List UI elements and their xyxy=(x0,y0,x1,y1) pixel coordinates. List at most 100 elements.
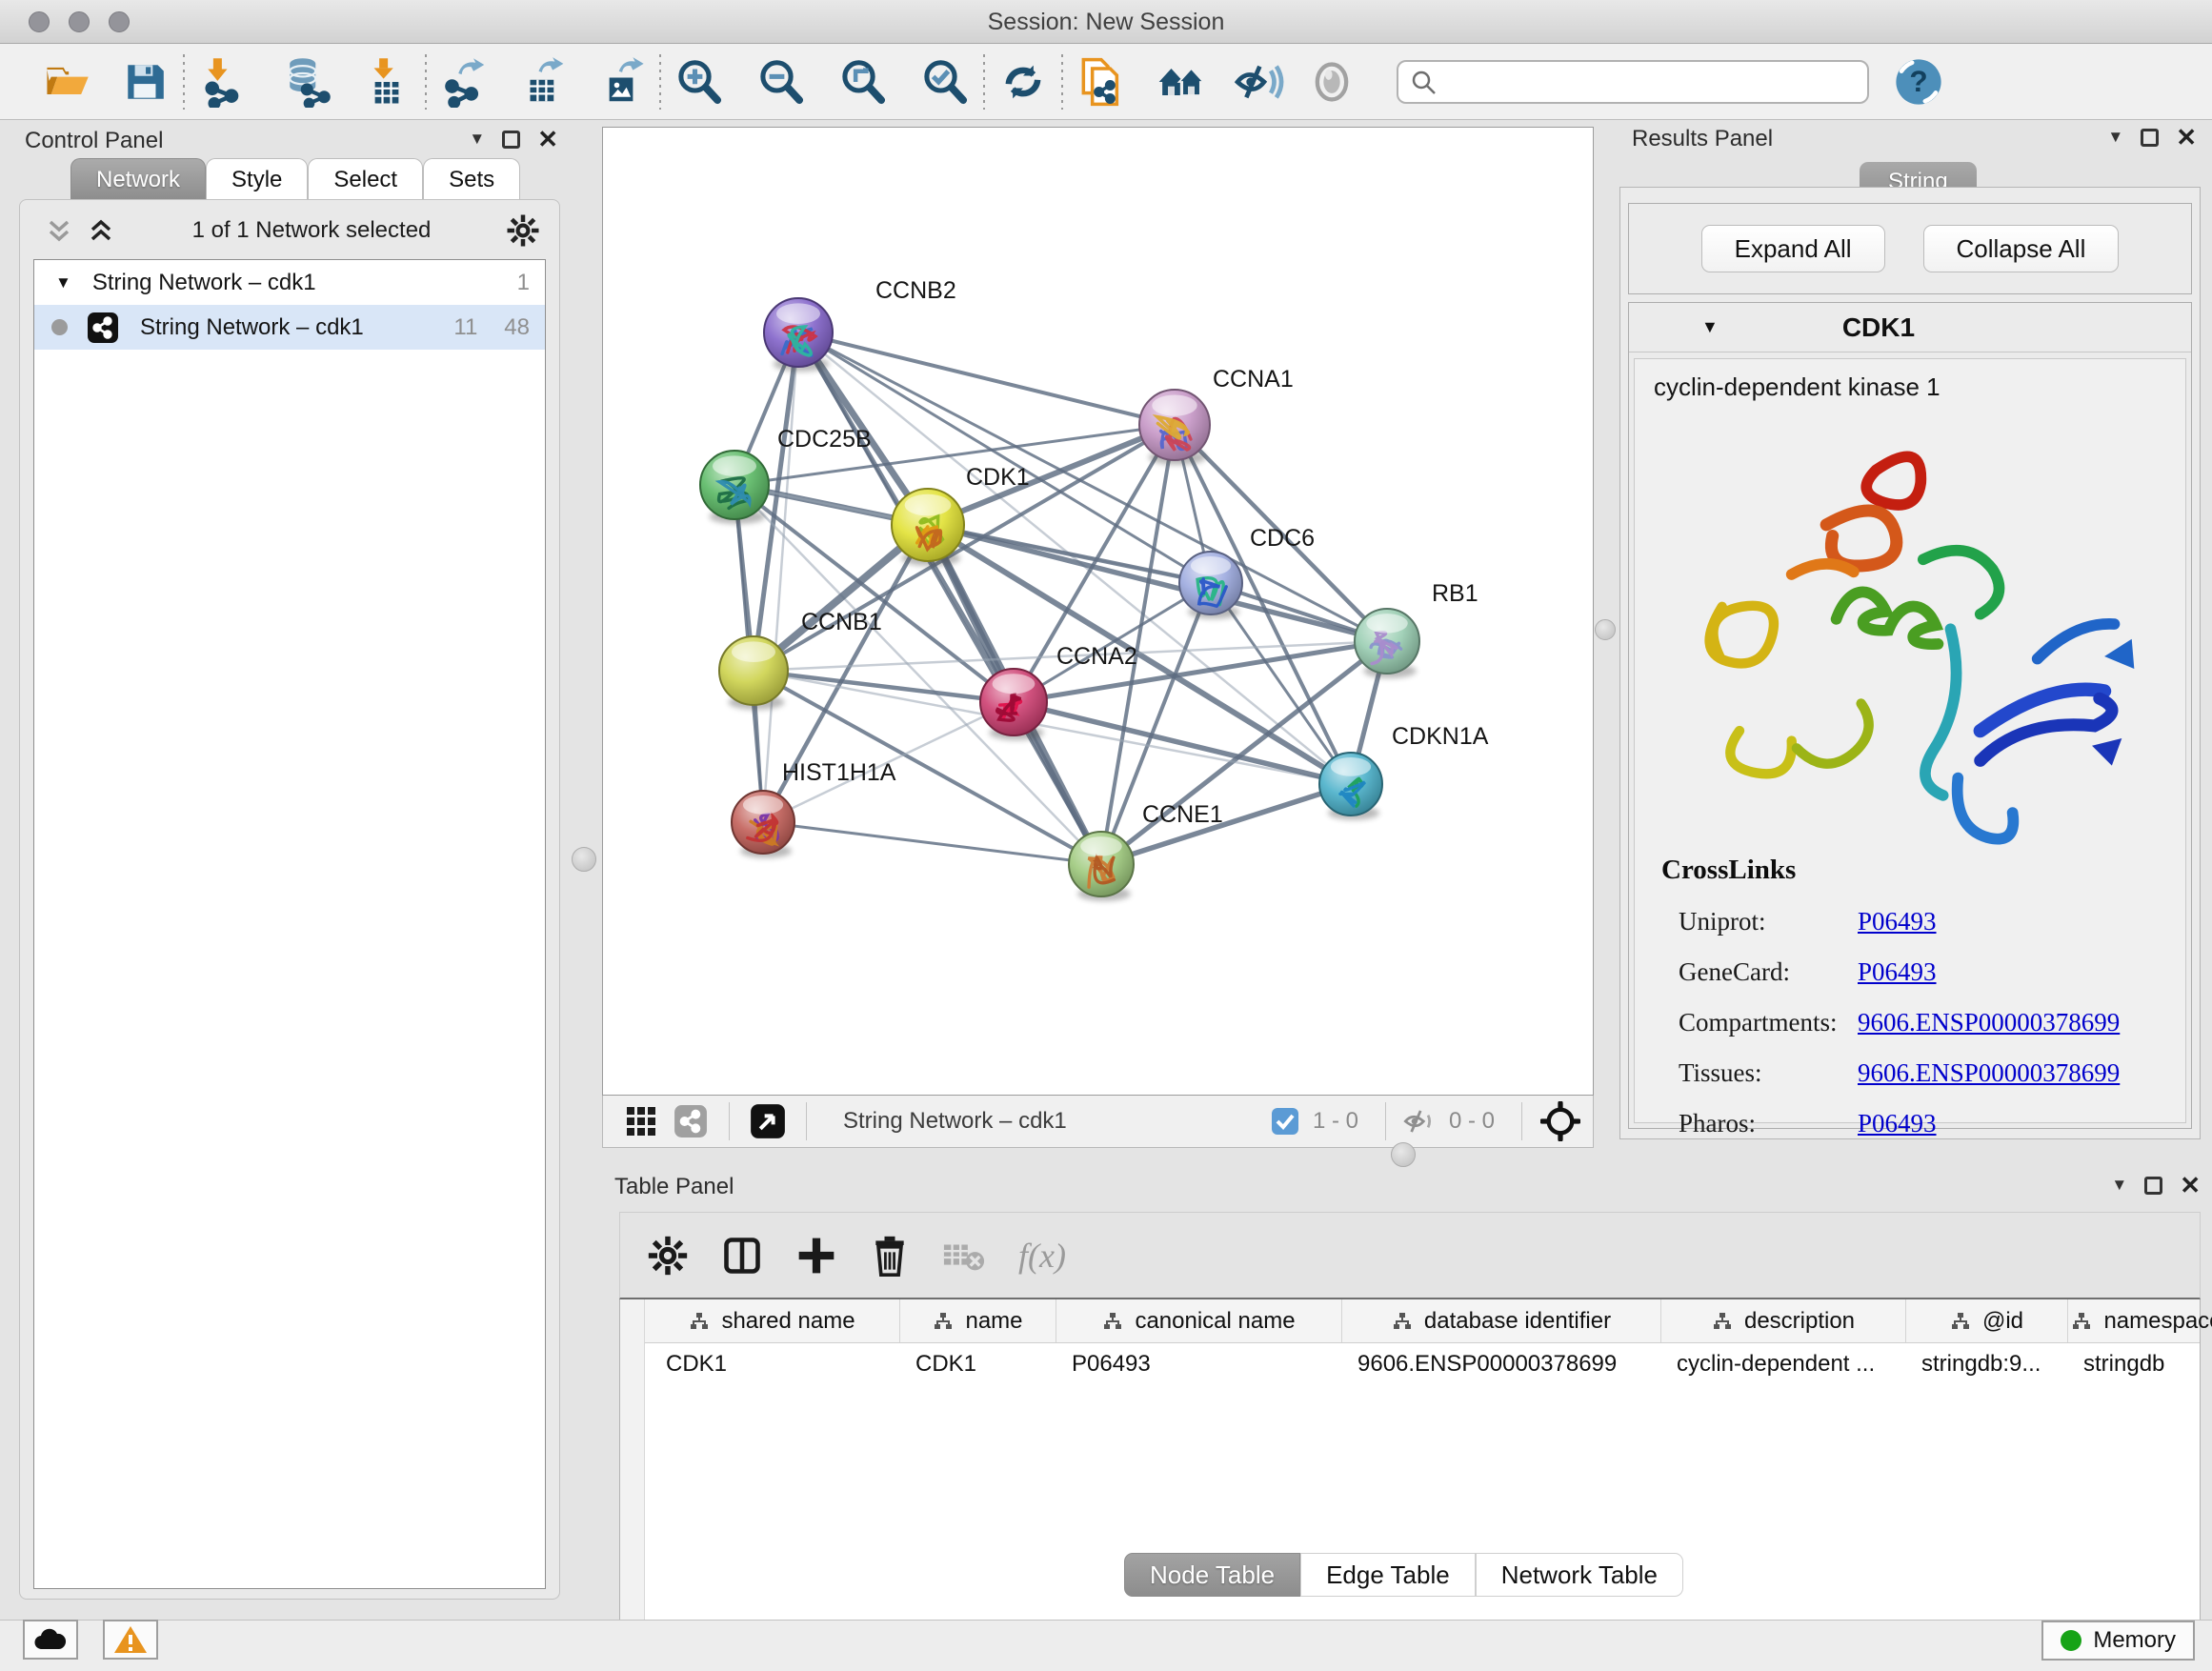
zoom-fit-icon xyxy=(837,56,889,108)
cell-namespace[interactable]: stringdb xyxy=(2068,1343,2212,1385)
collapse-panel-icon[interactable]: ▼ xyxy=(469,130,485,149)
right-divider-grip[interactable] xyxy=(1595,619,1616,640)
compartments-link[interactable]: 9606.ENSP00000378699 xyxy=(1858,1008,2120,1037)
cell-description[interactable]: cyclin-dependent ... xyxy=(1661,1343,1906,1385)
import-database-button[interactable] xyxy=(274,51,335,112)
node-count: 11 xyxy=(453,314,477,341)
uniprot-link[interactable]: P06493 xyxy=(1858,907,1937,936)
network-options-gear-icon[interactable] xyxy=(506,213,540,248)
network-canvas[interactable]: CCNB2CCNA1CDC25BCDK1CDC6RB1CCNB1CCNA2CDK… xyxy=(602,127,1594,1096)
zoom-in-icon xyxy=(674,56,725,108)
network-collection-row[interactable]: ▼ String Network – cdk1 1 xyxy=(34,260,545,305)
network-view-share-button[interactable] xyxy=(666,1100,715,1142)
cell-database-identifier[interactable]: 9606.ENSP00000378699 xyxy=(1342,1343,1661,1385)
expand-all-button[interactable]: Expand All xyxy=(1701,225,1885,272)
tissues-link[interactable]: 9606.ENSP00000378699 xyxy=(1858,1058,2120,1088)
gene-section-header[interactable]: ▼ CDK1 xyxy=(1629,303,2191,352)
collapse-all-networks-icon[interactable] xyxy=(85,214,117,247)
tree-expand-caret-icon[interactable]: ▼ xyxy=(55,273,71,292)
table-row[interactable]: CDK1 CDK1 P06493 9606.ENSP00000378699 cy… xyxy=(645,1343,2200,1385)
fit-selected-button[interactable] xyxy=(1536,1100,1585,1142)
tab-sets[interactable]: Sets xyxy=(423,158,520,200)
cell-canonical-name[interactable]: P06493 xyxy=(1056,1343,1342,1385)
network-row[interactable]: String Network – cdk1 11 48 xyxy=(34,305,545,350)
column-header-description[interactable]: description xyxy=(1661,1299,1906,1342)
network-edge[interactable] xyxy=(1101,784,1351,864)
cloud-status-button[interactable] xyxy=(23,1620,78,1660)
zoom-selected-button[interactable] xyxy=(915,51,975,112)
home-button[interactable] xyxy=(1151,51,1212,112)
network-edge[interactable] xyxy=(763,822,1101,864)
pharos-link[interactable]: P06493 xyxy=(1858,1109,1937,1138)
tab-network-table[interactable]: Network Table xyxy=(1476,1553,1683,1597)
birds-eye-view-button[interactable] xyxy=(743,1100,793,1142)
hide-panels-button[interactable] xyxy=(1227,51,1288,112)
zoom-fit-button[interactable] xyxy=(833,51,894,112)
float-panel-icon[interactable] xyxy=(502,131,520,149)
tab-network[interactable]: Network xyxy=(70,158,206,200)
save-session-button[interactable] xyxy=(114,51,175,112)
delete-column-icon[interactable] xyxy=(870,1235,910,1277)
show-columns-icon[interactable] xyxy=(721,1235,763,1277)
export-image-button[interactable] xyxy=(591,51,652,112)
float-panel-icon[interactable] xyxy=(2141,129,2159,147)
export-network-button[interactable] xyxy=(434,51,495,112)
horizontal-divider-grip[interactable] xyxy=(1391,1142,1416,1167)
export-table-button[interactable] xyxy=(513,51,573,112)
close-panel-icon[interactable]: ✕ xyxy=(537,131,558,149)
zoom-out-button[interactable] xyxy=(751,51,812,112)
function-builder-icon[interactable]: f(x) xyxy=(1018,1236,1066,1276)
help-button[interactable]: ? xyxy=(1888,51,1949,112)
table-options-gear-icon[interactable] xyxy=(647,1235,689,1277)
zoom-in-button[interactable] xyxy=(669,51,730,112)
column-header-database-identifier[interactable]: database identifier xyxy=(1342,1299,1661,1342)
export-network-icon xyxy=(439,56,491,108)
open-session-button[interactable] xyxy=(36,51,97,112)
collapse-panel-icon[interactable]: ▼ xyxy=(2111,1176,2127,1195)
search-input[interactable] xyxy=(1397,60,1869,104)
left-divider-grip[interactable] xyxy=(572,847,596,872)
string-import-button[interactable] xyxy=(1071,51,1132,112)
collapse-panel-icon[interactable]: ▼ xyxy=(2107,128,2123,147)
column-header-name[interactable]: name xyxy=(900,1299,1056,1342)
show-panel-button[interactable] xyxy=(1301,51,1362,112)
hidden-eye-slash-icon[interactable] xyxy=(1399,1106,1436,1137)
tab-select[interactable]: Select xyxy=(308,158,423,200)
tab-edge-table[interactable]: Edge Table xyxy=(1300,1553,1476,1597)
cell-id[interactable]: stringdb:9... xyxy=(1906,1343,2068,1385)
network-edge[interactable] xyxy=(754,671,1014,702)
table-panel-title: Table Panel xyxy=(614,1174,734,1200)
refresh-button[interactable] xyxy=(993,51,1054,112)
tab-style[interactable]: Style xyxy=(206,158,308,200)
collapse-all-button[interactable]: Collapse All xyxy=(1923,225,2120,272)
warnings-button[interactable] xyxy=(103,1620,158,1660)
close-panel-icon[interactable]: ✕ xyxy=(2176,129,2197,147)
genecard-link[interactable]: P06493 xyxy=(1858,957,1937,987)
expand-all-networks-icon[interactable] xyxy=(43,214,75,247)
selected-checkbox-icon[interactable] xyxy=(1271,1107,1299,1136)
node-label-RB1: RB1 xyxy=(1432,580,1478,607)
network-edge[interactable] xyxy=(928,525,1387,641)
float-panel-icon[interactable] xyxy=(2144,1177,2162,1195)
memory-button[interactable]: Memory xyxy=(2041,1621,2195,1661)
cell-shared-name[interactable]: CDK1 xyxy=(645,1343,900,1385)
section-collapse-caret-icon[interactable]: ▼ xyxy=(1701,317,1719,337)
collection-count: 1 xyxy=(517,270,530,296)
grid-view-button[interactable] xyxy=(616,1100,666,1142)
column-header-shared-name[interactable]: shared name xyxy=(645,1299,900,1342)
column-header-canonical-name[interactable]: canonical name xyxy=(1056,1299,1342,1342)
clear-table-icon[interactable] xyxy=(942,1237,986,1275)
zoom-selected-icon xyxy=(919,56,971,108)
add-column-icon[interactable] xyxy=(795,1235,837,1277)
cell-name[interactable]: CDK1 xyxy=(900,1343,1056,1385)
network-name: String Network – cdk1 xyxy=(140,314,364,341)
import-network-button[interactable] xyxy=(192,51,253,112)
import-table-icon xyxy=(361,56,412,108)
column-header-namespace[interactable]: namespace xyxy=(2068,1299,2212,1342)
import-table-button[interactable] xyxy=(356,51,417,112)
close-panel-icon[interactable]: ✕ xyxy=(2180,1177,2201,1195)
column-header-id[interactable]: @id xyxy=(1906,1299,2068,1342)
double-home-icon xyxy=(1155,55,1208,109)
main-toolbar: ? xyxy=(0,44,2212,120)
tab-node-table[interactable]: Node Table xyxy=(1124,1553,1300,1597)
